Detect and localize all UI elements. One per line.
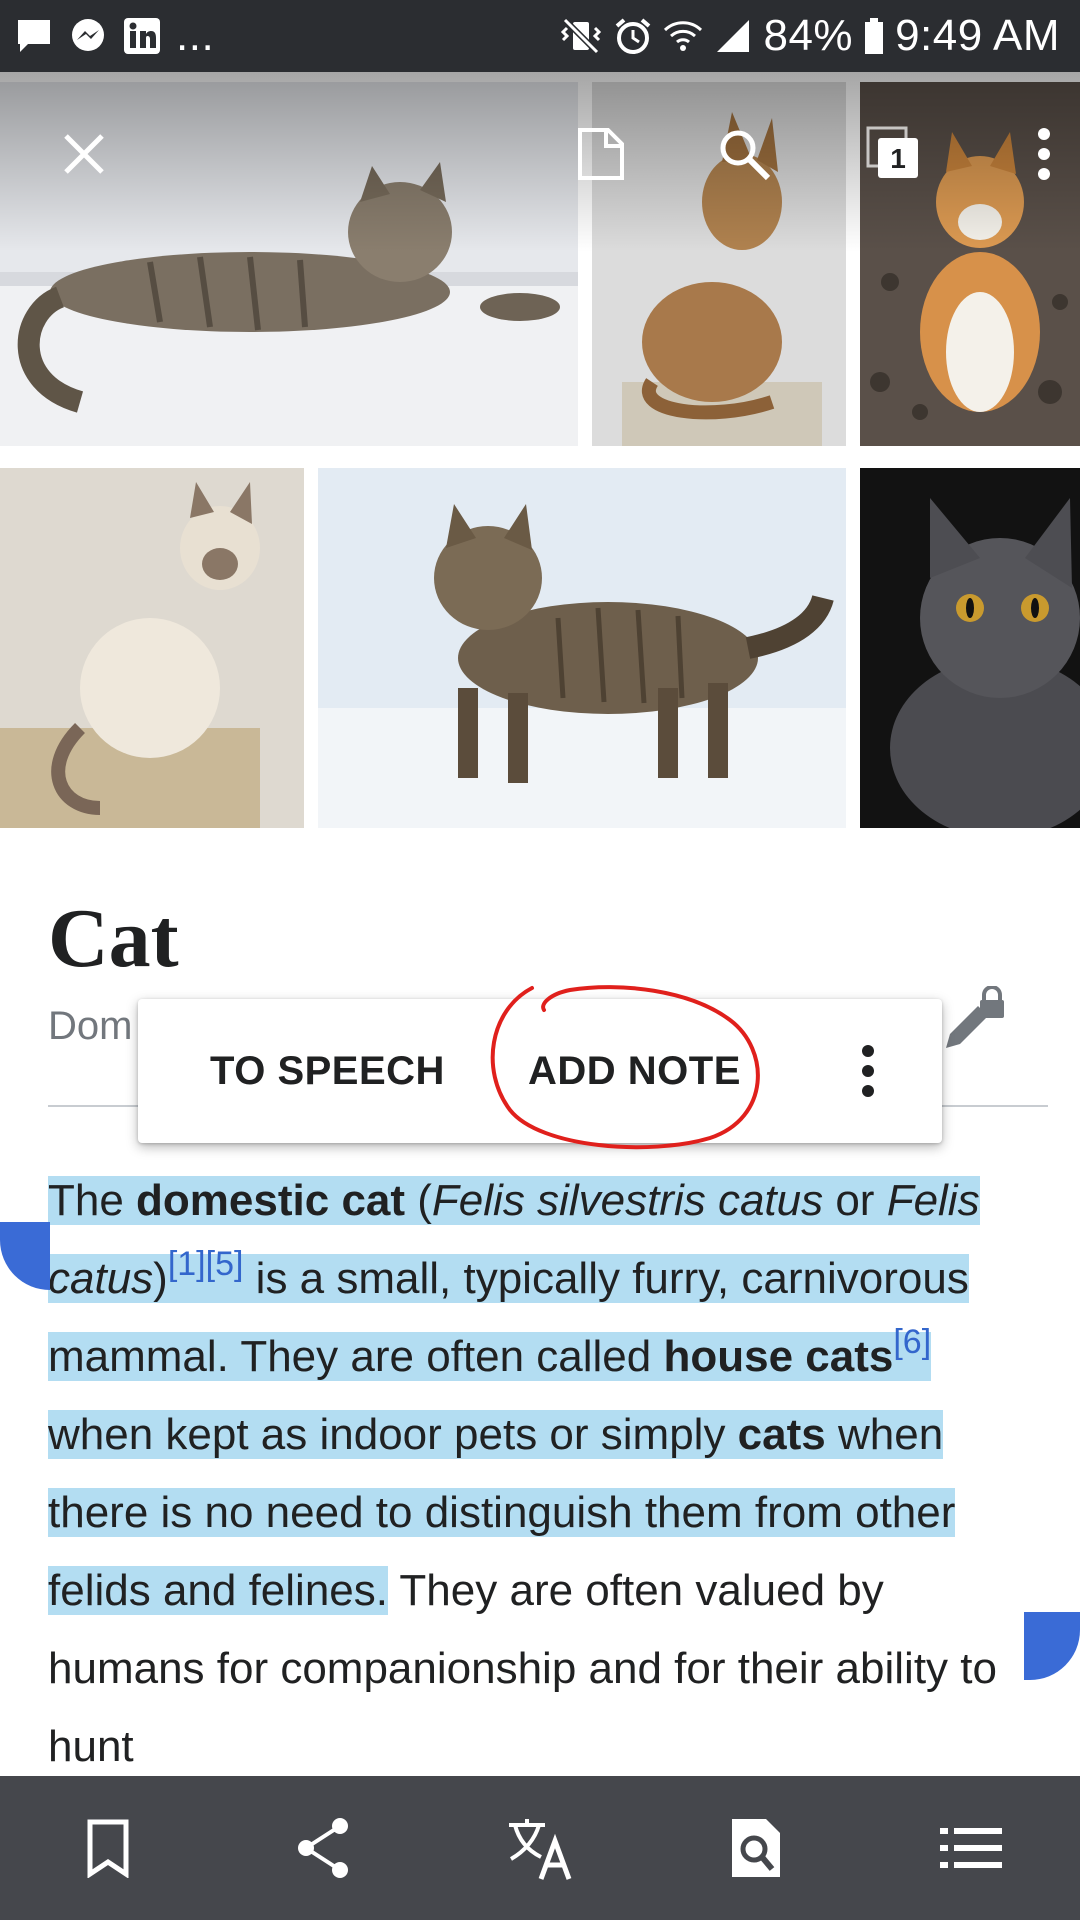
text-run: or bbox=[823, 1176, 887, 1225]
find-in-page-icon[interactable] bbox=[716, 1808, 796, 1888]
bold-term-cats: cats bbox=[737, 1410, 826, 1459]
bold-term-domestic-cat: domestic cat bbox=[136, 1176, 406, 1225]
photo-siamese-cat[interactable] bbox=[0, 468, 304, 828]
messenger-icon bbox=[68, 16, 108, 56]
tab-count: 1 bbox=[890, 143, 906, 174]
share-icon[interactable] bbox=[284, 1808, 364, 1888]
clock: 9:49 AM bbox=[895, 11, 1060, 60]
table-of-contents-icon[interactable] bbox=[932, 1808, 1012, 1888]
selection-end-handle[interactable] bbox=[1024, 1612, 1080, 1680]
italic-term: Felis silvestris catus bbox=[431, 1176, 824, 1225]
text-run: ) bbox=[153, 1254, 168, 1303]
search-icon[interactable] bbox=[708, 118, 780, 190]
tabs-icon[interactable]: 1 bbox=[858, 118, 930, 190]
italic-term: Felis bbox=[886, 1176, 980, 1225]
bottom-action-bar bbox=[0, 1776, 1080, 1920]
wifi-icon bbox=[663, 16, 703, 56]
italic-term: catus bbox=[48, 1254, 154, 1303]
close-icon[interactable] bbox=[48, 118, 120, 190]
vibrate-mute-icon bbox=[559, 16, 603, 56]
photo-tabby-cat-in-snow[interactable] bbox=[318, 468, 846, 828]
translate-icon[interactable] bbox=[500, 1808, 580, 1888]
text-run: ( bbox=[405, 1176, 432, 1225]
battery-percent: 84% bbox=[763, 11, 854, 60]
text-run: The bbox=[48, 1176, 137, 1225]
reference-link[interactable]: [1][5] bbox=[168, 1245, 244, 1283]
reading-list-page-icon[interactable] bbox=[564, 118, 636, 190]
more-options-icon[interactable] bbox=[838, 999, 898, 1143]
bold-term-house-cats: house cats bbox=[663, 1332, 894, 1381]
linkedin-icon bbox=[122, 16, 162, 56]
selected-text[interactable]: The domestic cat (Felis silvestris catus… bbox=[48, 1176, 980, 1615]
reference-link[interactable]: [6] bbox=[893, 1323, 931, 1361]
notification-icons: ... bbox=[14, 11, 215, 60]
text-selection-menu: TO SPEECH ADD NOTE bbox=[138, 999, 942, 1143]
message-icon bbox=[14, 16, 54, 56]
to-speech-button[interactable]: TO SPEECH bbox=[210, 999, 445, 1143]
article-description: Dom bbox=[48, 1004, 133, 1048]
add-note-button[interactable]: ADD NOTE bbox=[528, 999, 741, 1143]
text-run: when kept as indoor pets or simply bbox=[48, 1410, 738, 1459]
bookmark-icon[interactable] bbox=[68, 1808, 148, 1888]
article-lead-paragraph: The domestic cat (Felis silvestris catus… bbox=[48, 1162, 1048, 1786]
photo-grey-cat[interactable] bbox=[860, 468, 1080, 828]
more-notifications: ... bbox=[176, 11, 215, 60]
alarm-icon bbox=[613, 16, 653, 56]
overflow-menu-icon[interactable] bbox=[1008, 118, 1080, 190]
article-title: Cat bbox=[48, 892, 179, 985]
battery-icon bbox=[863, 16, 885, 56]
signal-icon bbox=[713, 16, 753, 56]
edit-locked-icon[interactable] bbox=[940, 985, 1010, 1056]
system-status: 84% 9:49 AM bbox=[559, 11, 1060, 60]
selection-start-handle[interactable] bbox=[0, 1222, 50, 1290]
status-bar: ... 84% 9:49 AM bbox=[0, 0, 1080, 72]
